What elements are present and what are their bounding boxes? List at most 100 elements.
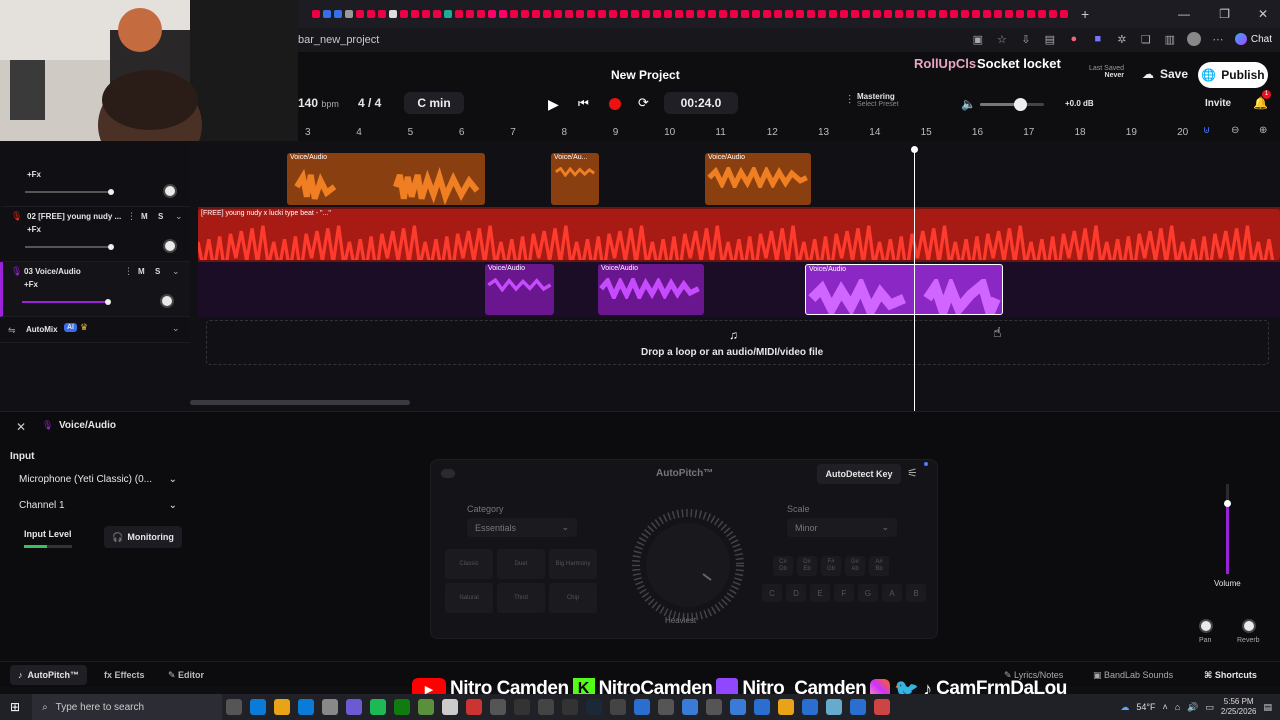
volume-handle[interactable] — [105, 299, 111, 305]
autopitch-tab[interactable]: ♪ AutoPitch™ — [10, 665, 87, 685]
solo-button[interactable]: S — [155, 267, 160, 276]
playhead-handle[interactable] — [911, 146, 918, 153]
tab-icon[interactable] — [422, 10, 430, 18]
horizontal-scrollbar[interactable] — [190, 400, 410, 405]
chevron-down-icon[interactable]: ⌄ — [172, 323, 180, 334]
steam-icon[interactable] — [586, 699, 603, 715]
volume-handle[interactable] — [108, 189, 114, 195]
address-bar[interactable]: bar_new_project ▣ ☆ ⇩ ▤ ● ■ ✲ ❏ ▥ ⋯ Chat — [298, 28, 1280, 52]
pan-knob[interactable] — [163, 239, 177, 253]
chevron-up-icon[interactable]: ˄ — [1162, 702, 1167, 712]
shortcuts-button[interactable]: ⌘ Shortcuts — [1204, 670, 1257, 681]
app-icon[interactable] — [634, 699, 651, 715]
volume-fader[interactable] — [1224, 484, 1231, 574]
tab-icon[interactable] — [444, 10, 452, 18]
tab-icon[interactable] — [763, 10, 771, 18]
tab-icon[interactable] — [972, 10, 980, 18]
track-volume-slider[interactable] — [25, 244, 114, 250]
app-icon[interactable] — [610, 699, 627, 715]
scale-select[interactable]: Minor ⌄ — [787, 518, 897, 537]
tab-icon[interactable] — [433, 10, 441, 18]
tab-icon[interactable] — [631, 10, 639, 18]
tab-icon[interactable] — [840, 10, 848, 18]
new-tab-icon[interactable]: + — [1081, 6, 1089, 22]
preset-button[interactable]: Duet — [497, 549, 545, 579]
tab-icon[interactable] — [818, 10, 826, 18]
track-name[interactable]: 02 [FREE] young nudy ... — [27, 212, 123, 221]
extension-icon[interactable]: ▣ — [971, 32, 985, 46]
app-icon[interactable] — [826, 699, 843, 715]
tab-icon[interactable] — [642, 10, 650, 18]
tab-icon[interactable] — [466, 10, 474, 18]
tab-icon[interactable] — [983, 10, 991, 18]
tab-icon[interactable] — [598, 10, 606, 18]
tab-icon[interactable] — [576, 10, 584, 18]
tab-icon[interactable] — [488, 10, 496, 18]
app-icon[interactable] — [658, 699, 675, 715]
track-lane-3[interactable]: Voice/Audio Voice/Audio Voice/Audio — [198, 262, 1280, 317]
tab-icon[interactable] — [543, 10, 551, 18]
tab-icon[interactable] — [521, 10, 529, 18]
tab-icon[interactable] — [653, 10, 661, 18]
audio-clip-selected[interactable]: Voice/Audio — [805, 264, 1003, 315]
tab-icon[interactable] — [664, 10, 672, 18]
volume-icon[interactable]: 🔊 — [1187, 702, 1198, 713]
tab-icon[interactable] — [917, 10, 925, 18]
app-icon[interactable] — [298, 699, 315, 715]
magnet-icon[interactable]: ⊍ — [1203, 125, 1210, 136]
track-lane-1[interactable]: Voice/Audio Voice/Au... Voice/Audio — [198, 151, 1280, 207]
pan-knob[interactable] — [1199, 619, 1213, 633]
pan-knob[interactable] — [163, 184, 177, 198]
app-icon[interactable] — [562, 699, 579, 715]
app-icon[interactable] — [874, 699, 891, 715]
tab-icon[interactable] — [1060, 10, 1068, 18]
tab-icon[interactable] — [730, 10, 738, 18]
url-text[interactable]: bar_new_project — [298, 34, 379, 46]
app-icon[interactable] — [730, 699, 747, 715]
audio-clip[interactable]: Voice/Audio — [287, 153, 485, 205]
natural-key-button[interactable]: A — [882, 584, 902, 602]
app-icon[interactable] — [322, 699, 339, 715]
autopitch-toggle[interactable] — [441, 469, 455, 478]
preset-button[interactable]: Classic — [445, 549, 493, 579]
tab-icon[interactable] — [697, 10, 705, 18]
time-signature[interactable]: 4 / 4 — [358, 96, 381, 110]
accidental-key-button[interactable]: F# Gb — [821, 556, 841, 576]
tab-icon[interactable] — [686, 10, 694, 18]
loop-icon[interactable]: ⟳ — [638, 95, 649, 111]
menu-icon[interactable]: ⋯ — [1211, 32, 1225, 46]
notification-center-icon[interactable]: ▤ — [1263, 702, 1272, 713]
tab-icon[interactable] — [587, 10, 595, 18]
user-name[interactable]: RollUpCls — [914, 56, 976, 71]
tab-icon[interactable] — [1027, 10, 1035, 18]
app-icon[interactable] — [490, 699, 507, 715]
settings-sliders-icon[interactable]: ⚟ — [907, 466, 918, 480]
monitoring-button[interactable]: 🎧 Monitoring — [104, 526, 182, 548]
natural-key-button[interactable]: D — [786, 584, 806, 602]
minecraft-icon[interactable] — [418, 699, 435, 715]
tab-icon[interactable] — [455, 10, 463, 18]
natural-key-button[interactable]: G — [858, 584, 878, 602]
song-name[interactable]: Socket locket — [977, 56, 1061, 71]
project-title[interactable]: New Project — [611, 68, 680, 82]
track-volume-slider[interactable] — [22, 299, 111, 305]
profile-avatar[interactable] — [1186, 32, 1201, 46]
tab-icon[interactable] — [1005, 10, 1013, 18]
chevron-down-icon[interactable]: ⌄ — [172, 266, 180, 277]
preset-button[interactable]: Third — [497, 583, 545, 613]
input-device-select[interactable]: Microphone (Yeti Classic) (0... ⌄ — [19, 474, 177, 485]
audio-clip[interactable]: Voice/Au... — [551, 153, 599, 205]
fx-button[interactable]: +Fx — [27, 225, 41, 234]
accidental-key-button[interactable]: C# Db — [773, 556, 793, 576]
tab-icon[interactable] — [708, 10, 716, 18]
zoom-out-icon[interactable]: ⊖ — [1231, 125, 1239, 136]
tab-icon[interactable] — [367, 10, 375, 18]
folder-icon[interactable] — [274, 699, 291, 715]
zoom-in-icon[interactable]: ⊕ — [1259, 125, 1267, 136]
close-panel-icon[interactable]: ✕ — [16, 420, 26, 434]
solo-button[interactable]: S — [158, 212, 163, 221]
app-icon[interactable] — [442, 699, 459, 715]
tab-icon[interactable] — [961, 10, 969, 18]
tab-icon[interactable] — [620, 10, 628, 18]
preset-button[interactable]: Chip — [549, 583, 597, 613]
